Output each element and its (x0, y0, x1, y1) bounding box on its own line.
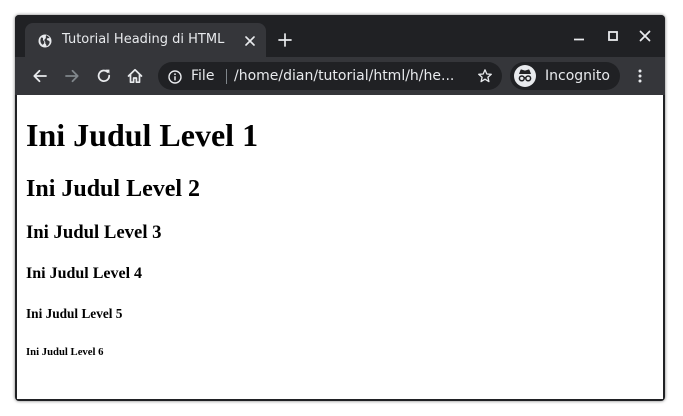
heading-level-4: Ini Judul Level 4 (26, 265, 143, 282)
tab-strip: Tutorial Heading di HTML (15, 15, 665, 57)
browser-tab[interactable]: Tutorial Heading di HTML (25, 23, 266, 57)
heading-level-6: Ini Judul Level 6 (26, 346, 104, 358)
address-scheme-label: File (191, 68, 215, 84)
browser-toolbar: File /home/dian/tutorial/html/h/he... In… (15, 57, 665, 95)
info-icon[interactable] (168, 69, 182, 84)
heading-level-1: Ini Judul Level 1 (26, 117, 259, 153)
bookmark-star-icon[interactable] (477, 68, 493, 84)
globe-icon (38, 33, 52, 48)
back-arrow-icon[interactable] (31, 67, 49, 85)
browser-window: Tutorial Heading di HTML File /home/dian… (15, 15, 665, 401)
heading-level-3: Ini Judul Level 3 (26, 222, 162, 243)
heading-level-5: Ini Judul Level 5 (26, 306, 123, 321)
kebab-menu-icon[interactable] (632, 68, 648, 84)
new-tab-plus-icon[interactable] (277, 32, 293, 48)
tab-close-icon[interactable] (243, 33, 257, 47)
minimize-icon[interactable] (572, 29, 586, 43)
address-divider (226, 69, 227, 84)
address-url[interactable]: /home/dian/tutorial/html/h/he... (234, 68, 454, 84)
reload-icon[interactable] (95, 67, 113, 85)
close-icon[interactable] (638, 29, 652, 43)
incognito-icon (514, 65, 536, 87)
address-bar[interactable]: File /home/dian/tutorial/html/h/he... (158, 62, 502, 90)
home-icon[interactable] (126, 67, 144, 85)
incognito-profile-button[interactable]: Incognito (510, 62, 620, 90)
forward-arrow-icon[interactable] (63, 67, 81, 85)
page-viewport: Ini Judul Level 1 Ini Judul Level 2 Ini … (17, 95, 663, 399)
heading-level-2: Ini Judul Level 2 (26, 176, 201, 202)
tab-title: Tutorial Heading di HTML (62, 32, 225, 47)
maximize-icon[interactable] (606, 29, 620, 43)
incognito-label: Incognito (545, 68, 610, 84)
